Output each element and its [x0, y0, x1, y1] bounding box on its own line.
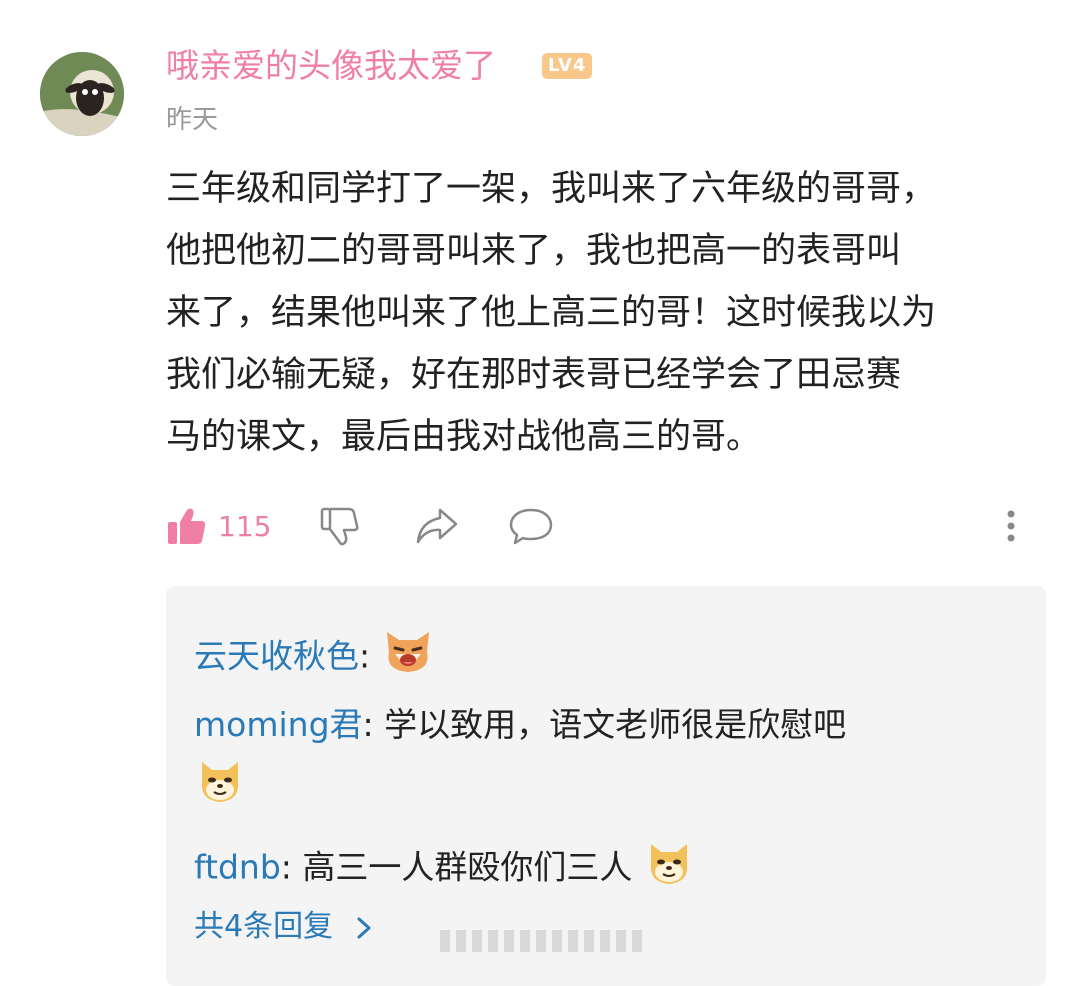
reply-item: 云天收秋色:: [194, 626, 435, 690]
doge-emoji-icon: [643, 836, 695, 902]
sheep-avatar-icon: [40, 52, 124, 136]
chevron-right-icon: [357, 917, 371, 938]
reply-author[interactable]: moming君: [194, 705, 363, 744]
comment-button[interactable]: [508, 498, 554, 554]
reply-text: 高三一人群殴你们三人: [302, 847, 633, 887]
like-count: 115: [218, 509, 272, 543]
more-replies-label: 共4条回复: [194, 909, 334, 944]
view-more-replies-link[interactable]: 共4条回复: [194, 902, 375, 952]
reply-text: 学以致用，语文老师很是欣慰吧: [384, 705, 847, 744]
timestamp: 昨天: [166, 105, 219, 135]
thumb-up-icon: [168, 508, 206, 544]
watermark: [440, 930, 645, 952]
reply-item: ftdnb: 高三一人群殴你们三人: [194, 836, 695, 902]
action-bar: 115: [166, 498, 1036, 554]
laughing-shiba-emoji-icon: [381, 626, 435, 690]
replies-box: 云天收秋色: moming君: 学以致用，语文老师很是欣慰吧 ftdnb: 高三…: [166, 586, 1046, 986]
reply-emoji: [194, 754, 246, 820]
dislike-button[interactable]: [318, 498, 362, 554]
avatar[interactable]: [40, 52, 124, 136]
username[interactable]: 哦亲爱的头像我太爱了: [166, 42, 496, 90]
more-vertical-icon: [1007, 510, 1015, 542]
thumb-down-icon: [320, 507, 359, 546]
like-button[interactable]: 115: [166, 498, 271, 554]
more-options-button[interactable]: [1004, 498, 1018, 554]
reply-author[interactable]: ftdnb: [194, 848, 281, 887]
level-badge: LV4: [542, 53, 593, 79]
reply-item: moming君: 学以致用，语文老师很是欣慰吧: [194, 705, 847, 744]
share-icon: [416, 508, 458, 544]
comment-icon: [509, 508, 553, 545]
comment-text: 三年级和同学打了一架，我叫来了六年级的哥哥， 他把他初二的哥哥叫来了，我也把高一…: [166, 169, 937, 457]
share-button[interactable]: [414, 498, 460, 554]
doge-emoji-icon: [194, 754, 246, 820]
reply-author[interactable]: 云天收秋色: [194, 637, 359, 676]
